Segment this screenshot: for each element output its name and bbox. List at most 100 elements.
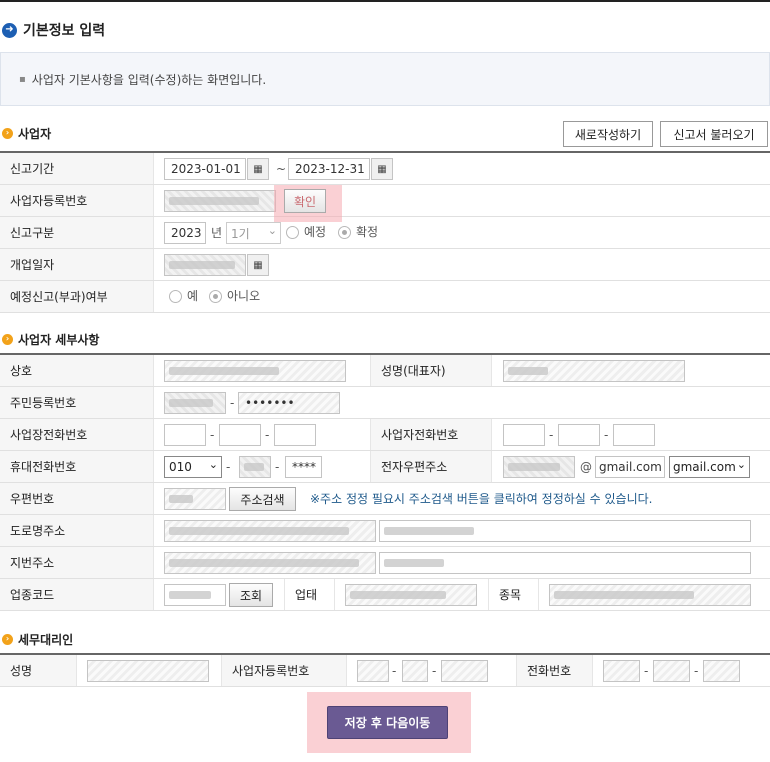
business-type-input[interactable] [345, 584, 477, 606]
mobile-prefix-value: 010 [169, 460, 192, 474]
rep-name-input[interactable] [503, 360, 685, 382]
mobile-prefix-select[interactable]: 010 ⌄ [164, 456, 222, 478]
masked-value [350, 591, 446, 599]
biz-phone-1-input[interactable] [164, 424, 206, 446]
new-report-button[interactable]: 새로작성하기 [563, 121, 653, 147]
bullet-dot-icon: ▪ [19, 73, 26, 85]
dash: - [275, 460, 280, 474]
industry-code-input[interactable] [164, 584, 226, 606]
section-title-agent: › 세무대리인 [2, 630, 73, 648]
masked-value [384, 527, 474, 535]
reg-no-input[interactable] [164, 190, 276, 212]
load-report-button[interactable]: 신고서 불러오기 [660, 121, 768, 147]
row-report-type: 신고구분 2023 년 1기 ⌄ 예정 확정 [0, 217, 770, 249]
agent-reg-no-3-input[interactable] [441, 660, 488, 682]
row-resident-no: 주민등록번호 - ••••••• [0, 387, 770, 419]
row-start-date: 개업일자 ▦ [0, 249, 770, 281]
mobile-last-input[interactable]: **** [285, 456, 322, 478]
label-mobile: 휴대전화번호 [0, 451, 154, 482]
start-date-input[interactable] [164, 254, 246, 276]
label-start-date: 개업일자 [0, 249, 154, 280]
resident-no-front-input[interactable] [164, 392, 226, 414]
dash: - [230, 396, 235, 410]
resident-no-back-input[interactable]: ••••••• [238, 392, 340, 414]
radio-final[interactable] [338, 226, 351, 239]
agent-reg-no-1-input[interactable] [357, 660, 389, 682]
save-next-button[interactable]: 저장 후 다음이동 [327, 706, 448, 739]
biz-tel-1-input[interactable] [503, 424, 545, 446]
year-unit: 년 [211, 226, 223, 240]
agent-phone-1-input[interactable] [603, 660, 640, 682]
row-lot-address: 지번주소 [0, 547, 770, 579]
lot-address-detail-input[interactable] [379, 552, 751, 574]
term-select-value: 1기 [231, 226, 250, 241]
label-trade-name: 상호 [0, 355, 154, 386]
row-mobile-email: 휴대전화번호 010 ⌄ - - **** 전자우편주소 @ gmail.com… [0, 451, 770, 483]
biz-phone-2-input[interactable] [219, 424, 261, 446]
dash: - [644, 664, 649, 678]
chevron-bullet-icon: › [2, 633, 13, 645]
masked-value [244, 463, 264, 471]
agent-table: 성명 사업자등록번호 - - 전화번호 - - [0, 653, 770, 687]
masked-value [169, 495, 193, 503]
postal-input[interactable] [164, 488, 226, 510]
section-title-business: › 사업자 [2, 124, 51, 142]
calendar-icon[interactable]: ▦ [247, 158, 269, 180]
email-id-input[interactable] [503, 456, 575, 478]
radio-yes[interactable] [169, 290, 182, 303]
masked-value [169, 261, 235, 269]
mobile-mid-input[interactable] [239, 456, 271, 478]
agent-phone-3-input[interactable] [703, 660, 740, 682]
period-start-input[interactable]: 2023-01-01 [164, 158, 246, 180]
label-report-period: 신고기간 [0, 153, 154, 184]
year-input[interactable]: 2023 [164, 222, 206, 244]
row-reg-no: 사업자등록번호 확인 [0, 185, 770, 222]
section-title-details-text: 사업자 세부사항 [18, 332, 100, 347]
business-table: 신고기간 2023-01-01 ▦ ~ 2023-12-31 ▦ 사업자등록번호… [0, 151, 770, 313]
biz-tel-3-input[interactable] [613, 424, 655, 446]
address-search-button[interactable]: 주소검색 [229, 487, 296, 511]
period-end-input[interactable]: 2023-12-31 [288, 158, 370, 180]
label-agent-name: 성명 [0, 655, 77, 686]
lookup-button[interactable]: 조회 [229, 583, 273, 607]
label-resident-no: 주민등록번호 [0, 387, 154, 418]
label-agent-reg-no: 사업자등록번호 [221, 655, 347, 686]
chevron-down-icon: ⌄ [208, 458, 218, 471]
page-title: ➜ 기본정보 입력 [2, 20, 105, 40]
info-box: ▪ 사업자 기본사항을 입력(수정)하는 화면입니다. [0, 52, 770, 106]
masked-value [508, 367, 548, 375]
road-address-detail-input[interactable] [379, 520, 751, 542]
chevron-bullet-icon: › [2, 333, 13, 345]
dash: - [432, 664, 437, 678]
radio-planned[interactable] [286, 226, 299, 239]
calendar-icon[interactable]: ▦ [247, 254, 269, 276]
info-text: 사업자 기본사항을 입력(수정)하는 화면입니다. [31, 72, 267, 87]
arrow-right-circle-icon: ➜ [2, 22, 17, 38]
lot-address-input[interactable] [164, 552, 376, 574]
biz-tel-2-input[interactable] [558, 424, 600, 446]
row-agent: 성명 사업자등록번호 - - 전화번호 - - [0, 655, 770, 687]
masked-value [169, 559, 359, 567]
label-postal: 우편번호 [0, 483, 154, 514]
agent-reg-no-2-input[interactable] [402, 660, 428, 682]
road-address-input[interactable] [164, 520, 376, 542]
trade-name-input[interactable] [164, 360, 346, 382]
masked-value [169, 527, 349, 535]
row-planned-tax: 예정신고(부과)여부 예 아니오 [0, 281, 770, 313]
top-border [0, 0, 770, 2]
agent-phone-2-input[interactable] [653, 660, 690, 682]
section-title-details: › 사업자 세부사항 [2, 330, 99, 348]
email-domain-input[interactable]: gmail.com [595, 456, 665, 478]
radio-no[interactable] [209, 290, 222, 303]
item-input[interactable] [549, 584, 751, 606]
chevron-down-icon: ⌄ [736, 458, 746, 471]
label-reg-no: 사업자등록번호 [0, 185, 154, 216]
calendar-icon[interactable]: ▦ [371, 158, 393, 180]
email-at: @ [580, 460, 592, 474]
biz-phone-3-input[interactable] [274, 424, 316, 446]
email-domain-select[interactable]: gmail.com ⌄ [669, 456, 750, 478]
label-report-type: 신고구분 [0, 217, 154, 248]
term-select[interactable]: 1기 ⌄ [226, 222, 281, 244]
confirm-button[interactable]: 확인 [284, 189, 326, 213]
agent-name-input[interactable] [87, 660, 209, 682]
